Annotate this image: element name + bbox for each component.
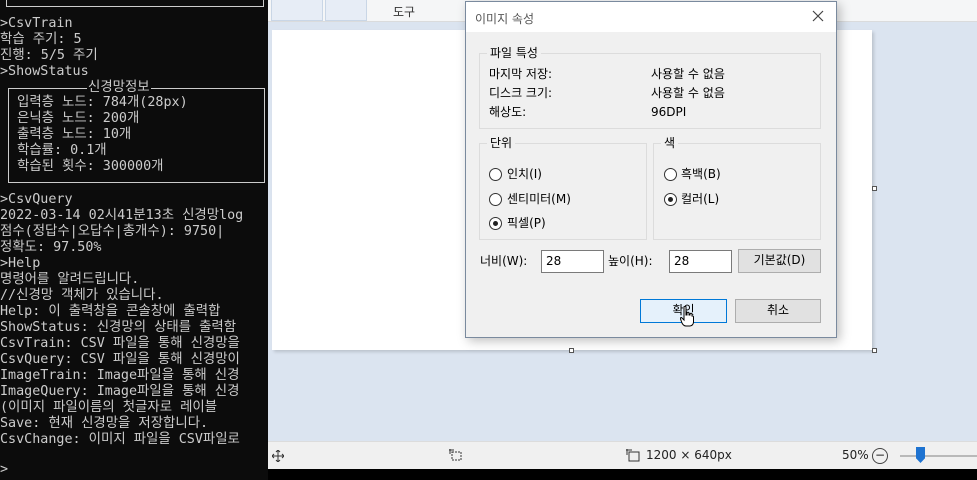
console-window: >CsvTrain 학습 주기: 5 진행: 5/5 주기 >ShowStatu… [0,0,268,480]
console-line: ImageQuery: Image파일을 통해 신경 [0,384,240,399]
zoom-slider-thumb[interactable] [916,447,925,463]
colors-group: 색 흑백(B) 컬러(L) [653,136,821,240]
console-line: Help: 이 출력창을 콘솔창에 출력합 [0,304,221,319]
selection-icon [449,449,462,461]
console-line: ImageTrain: Image파일을 통해 신경 [0,368,240,383]
radio-pixels[interactable] [489,217,502,230]
radio-centimeters-label[interactable]: 센티미터(M) [507,192,571,207]
image-properties-dialog: 이미지 속성 파일 특성 마지막 저장: 사용할 수 없음 디스크 크기: 사용… [465,1,837,338]
units-legend: 단위 [487,136,516,151]
close-icon[interactable] [811,9,825,23]
units-group: 단위 인치(I) 센티미터(M) 픽셀(P) [479,136,647,240]
console-line: 정확도: 97.50% [0,240,102,255]
console-line: >CsvQuery [0,192,73,207]
zoom-slider-track[interactable] [900,455,977,457]
console-line: //신경망 객체가 있습니다. [0,288,164,303]
ribbon-group-button[interactable] [271,0,323,21]
previous-box-border [6,0,264,7]
status-line: 학습된 횟수: 300000개 [17,159,164,174]
console-line: CsvTrain: CSV 파일을 통해 신경망을 [0,336,240,351]
ribbon-tools-label[interactable]: 도구 [393,3,415,20]
status-line: 학습률: 0.1개 [17,143,107,158]
status-box: 신경망정보 입력층 노드: 784개(28px) 은닉층 노드: 200개 출력… [8,80,265,183]
console-line: Save: 현재 신경망을 저장합니다. [0,416,209,431]
zoom-out-icon[interactable]: − [872,448,888,464]
status-box-title: 신경망정보 [87,80,151,96]
radio-centimeters[interactable] [489,193,502,206]
file-properties-group: 파일 특성 마지막 저장: 사용할 수 없음 디스크 크기: 사용할 수 없음 … [479,46,821,129]
console-line: >ShowStatus [0,64,89,79]
canvas-resize-handle[interactable] [872,186,877,191]
width-input[interactable]: 28 [541,250,604,273]
radio-black-white[interactable] [664,168,677,181]
last-saved-label: 마지막 저장: [489,67,553,81]
console-line: 점수(정답수|오답수|총개수): 9750| [0,224,225,239]
width-label: 너비(W): [480,254,528,268]
ribbon-group-button[interactable] [325,0,367,21]
move-cursor-icon [272,450,284,462]
default-button[interactable]: 기본값(D) [738,249,821,273]
height-input[interactable]: 28 [669,250,732,273]
colors-legend: 색 [661,136,679,151]
status-line: 출력층 노드: 10개 [17,127,132,142]
console-line: 학습 주기: 5 [0,32,82,47]
console-line: 진행: 5/5 주기 [0,48,98,63]
console-line: >Help [0,256,41,271]
radio-color-label[interactable]: 컬러(L) [681,192,719,207]
radio-color[interactable] [664,193,677,206]
status-line: 입력층 노드: 784개(28px) [17,95,188,110]
console-line: (이미지 파일이름의 첫글자로 레이블 [0,400,218,415]
console-line: ShowStatus: 신경망의 상태를 출력함 [0,320,237,335]
file-properties-legend: 파일 특성 [487,46,541,61]
dialog-title: 이미지 속성 [475,12,535,26]
canvas-resize-handle[interactable] [569,348,574,353]
cancel-button[interactable]: 취소 [735,299,821,323]
console-line: CsvQuery: CSV 파일을 통해 신경망이 [0,352,240,367]
radio-black-white-label[interactable]: 흑백(B) [681,167,721,182]
dialog-titlebar[interactable]: 이미지 속성 [466,2,836,32]
status-bar: 1200 × 640px 50% − [268,441,977,469]
image-dimensions: 1200 × 640px [646,448,732,462]
console-line: CsvChange: 이미지 파일을 CSV파일로 [0,432,240,447]
last-saved-value: 사용할 수 없음 [651,67,725,81]
console-line: >CsvTrain [0,16,73,31]
disk-size-value: 사용할 수 없음 [651,86,725,100]
resolution-label: 해상도: [489,105,527,119]
console-line: 2022-03-14 02시41분13초 신경망log [0,208,244,223]
hand-cursor-icon [680,306,694,327]
taskbar-edge [268,469,977,480]
zoom-level: 50% [842,448,869,462]
status-line: 은닉층 노드: 200개 [17,111,140,126]
height-label: 높이(H): [608,254,653,268]
console-prompt[interactable]: > [0,462,8,478]
radio-pixels-label[interactable]: 픽셀(P) [507,216,546,231]
console-line: 명령어를 알려드립니다. [0,272,140,287]
canvas-resize-handle[interactable] [872,348,877,353]
radio-inches-label[interactable]: 인치(I) [507,167,542,182]
disk-size-label: 디스크 크기: [489,86,553,100]
image-size-icon [626,449,640,462]
radio-inches[interactable] [489,168,502,181]
resolution-value: 96DPI [651,105,687,119]
